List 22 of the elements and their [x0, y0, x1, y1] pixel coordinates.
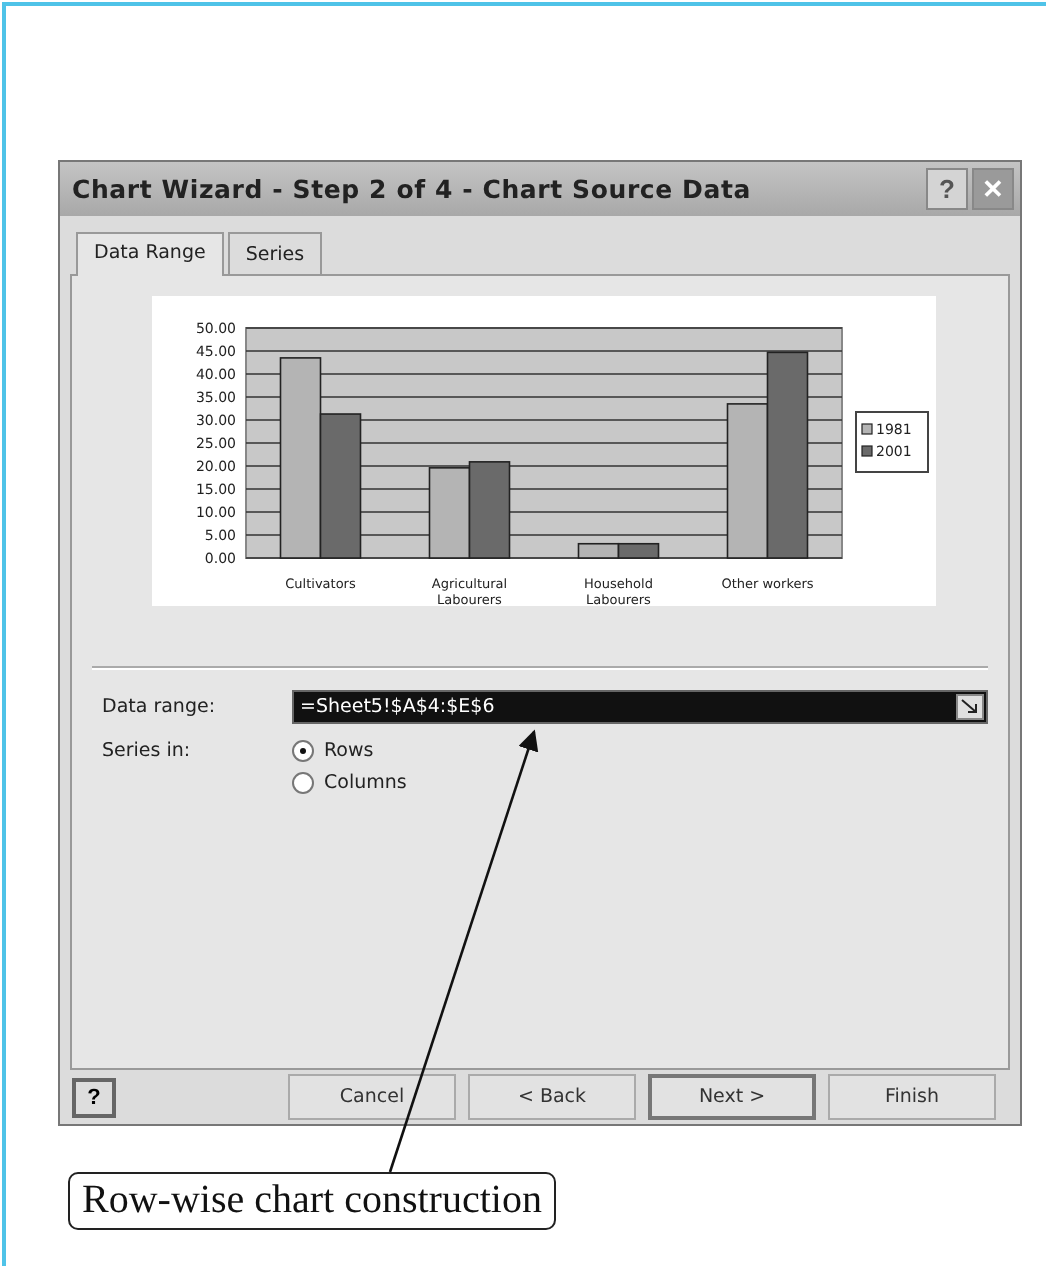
window-title: Chart Wizard - Step 2 of 4 - Chart Source Data [72, 174, 751, 204]
radio-label: Columns [324, 772, 407, 794]
legend-box [855, 411, 929, 473]
help-button[interactable]: ? [926, 168, 968, 210]
dialog-button[interactable]: Finish [828, 1074, 996, 1120]
collapse-dialog-icon[interactable] [956, 694, 984, 720]
radio-button[interactable] [292, 740, 314, 762]
help-button[interactable]: ? [72, 1077, 116, 1117]
data-range-field[interactable]: =Sheet5!$A$4:$E$6 [292, 690, 988, 724]
radio-option[interactable]: Rows [292, 740, 407, 762]
dialog-button[interactable]: Cancel [288, 1074, 456, 1120]
caption-callout: Row-wise chart construction [68, 1172, 556, 1230]
radio-button[interactable] [292, 772, 314, 794]
data-range-label: Data range: [102, 696, 218, 718]
dialog-button[interactable]: Next > [648, 1074, 816, 1120]
dialog-button[interactable]: < Back [468, 1074, 636, 1120]
tab[interactable]: Series [227, 232, 323, 274]
tab[interactable]: Data Range [76, 232, 224, 276]
radio-label: Rows [324, 740, 374, 762]
series-in-label: Series in: [102, 740, 193, 762]
field-value: =Sheet5!$A$4:$E$6 [300, 696, 495, 718]
radio-option[interactable]: Columns [292, 772, 407, 794]
